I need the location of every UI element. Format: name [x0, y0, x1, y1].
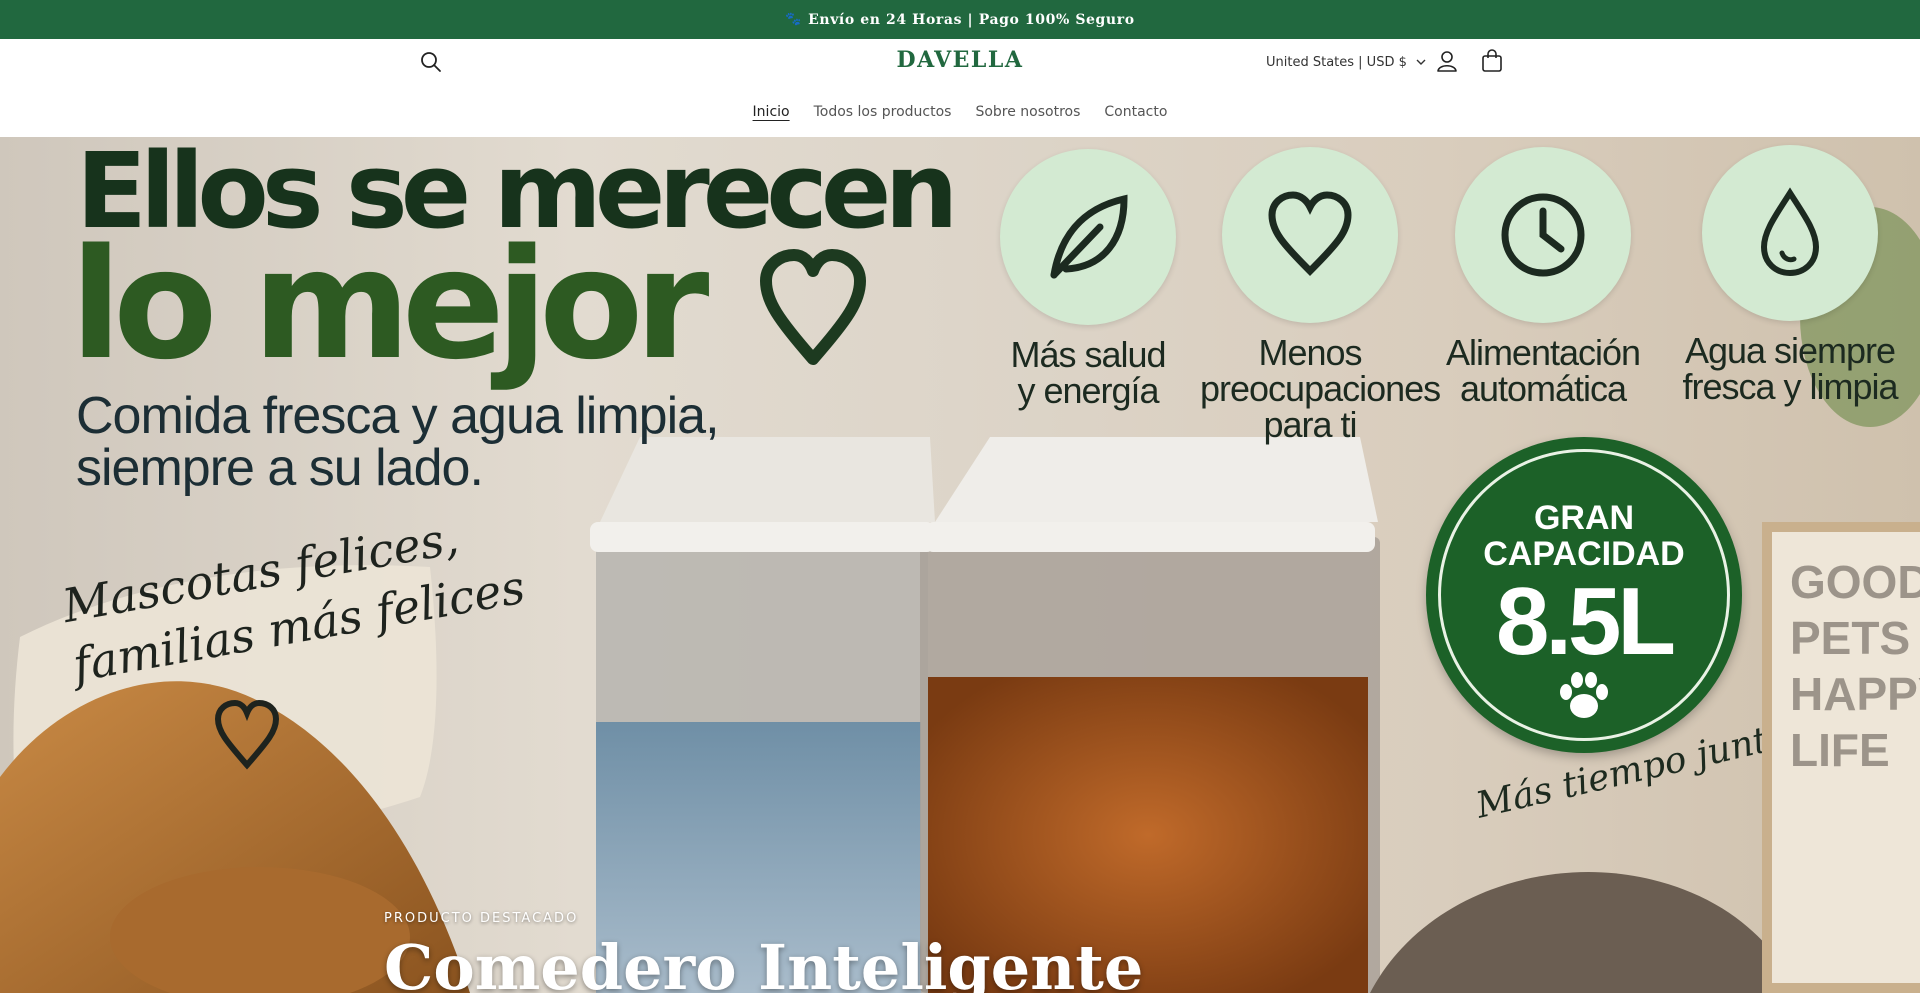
- feature-label-line-2: fresca y limpia: [1682, 366, 1898, 407]
- account-button[interactable]: [1434, 48, 1460, 74]
- nav-link-contacto[interactable]: Contacto: [1104, 104, 1167, 120]
- hero-headline-line-2: lo mejor: [70, 229, 868, 381]
- feature-label-line-3: para ti: [1263, 404, 1357, 445]
- announcement-text: Envío en 24 Horas | Pago 100% Seguro: [808, 11, 1135, 28]
- site-header: DAVELLA United States | USD $ Inicio Tod…: [0, 39, 1920, 137]
- hero-eyebrow: PRODUCTO DESTACADO: [384, 911, 579, 926]
- small-heart-icon: [214, 699, 280, 770]
- chevron-down-icon: [1416, 59, 1426, 65]
- feature-circle: [1222, 147, 1398, 323]
- user-icon: [1437, 51, 1457, 72]
- nav-link-sobre-nosotros[interactable]: Sobre nosotros: [975, 104, 1080, 120]
- drop-icon: [1760, 187, 1820, 277]
- feature-label-line-2: y energía: [1017, 370, 1159, 411]
- badge-line-2: CAPACIDAD: [1483, 535, 1685, 573]
- announcement-bar: 🐾 Envío en 24 Horas | Pago 100% Seguro: [0, 0, 1920, 39]
- search-button[interactable]: [418, 49, 444, 75]
- nav-link-inicio[interactable]: Inicio: [753, 104, 790, 120]
- main-navigation: Inicio Todos los productos Sobre nosotro…: [0, 104, 1920, 120]
- hero-product-title: Comedero Inteligente: [384, 931, 1144, 993]
- feature-label: Alimentación automática: [1438, 335, 1648, 407]
- feature-peace-of-mind: Menos preocupaciones para ti: [1200, 147, 1441, 445]
- logo-link[interactable]: DAVELLA: [897, 47, 1024, 73]
- clock-icon: [1501, 193, 1585, 277]
- feature-label-line-2: automática: [1459, 368, 1627, 409]
- feature-automatic-feeding: Alimentación automática: [1438, 147, 1648, 407]
- leaf-icon: [1050, 194, 1128, 279]
- badge-line-1: GRAN: [1533, 499, 1635, 537]
- heart-icon: [1268, 191, 1352, 276]
- heart-outline-icon: [760, 249, 867, 365]
- hero-subheadline-line-1: Comida fresca y agua limpia,: [76, 387, 720, 445]
- locale-label: United States | USD $: [1266, 54, 1407, 70]
- country-currency-selector[interactable]: United States | USD $: [1266, 49, 1426, 75]
- hero-subheadline-line-2: siempre a su lado.: [76, 439, 484, 497]
- feature-circle: [1702, 145, 1878, 321]
- capacity-badge-inner: GRAN CAPACIDAD 8.5L: [1438, 449, 1730, 741]
- hero-subheadline: Comida fresca y agua limpia, siempre a s…: [76, 387, 720, 497]
- hero-headline-text: lo mejor: [70, 216, 709, 393]
- cart-button[interactable]: [1479, 48, 1505, 74]
- feature-circle: [1000, 149, 1176, 325]
- feature-health: Más salud y energía: [988, 149, 1188, 409]
- nav-link-todos-los-productos[interactable]: Todos los productos: [814, 104, 952, 120]
- feature-label-line-2: preocupaciones: [1200, 368, 1441, 409]
- cart-icon: [1482, 49, 1502, 72]
- feature-fresh-water: Agua siempre fresca y limpia: [1680, 145, 1900, 405]
- feature-label-line-1: Más salud: [1010, 334, 1166, 375]
- feature-label-line-1: Agua siempre: [1684, 330, 1896, 371]
- badge-volume: 8.5L: [1495, 568, 1676, 675]
- capacity-badge: GRAN CAPACIDAD 8.5L: [1426, 437, 1742, 753]
- hero-banner[interactable]: Ellos se merecen lo mejor Comida fresca …: [0, 137, 1920, 993]
- feature-circle: [1455, 147, 1631, 323]
- wall-sign-text: GOOD PETS HAPPY LIFE: [1790, 556, 1920, 776]
- feature-label: Agua siempre fresca y limpia: [1680, 333, 1900, 405]
- wall-sign: GOOD PETS HAPPY LIFE: [1762, 522, 1920, 993]
- paw-icon: [1560, 672, 1608, 718]
- paw-icon: 🐾: [785, 12, 803, 27]
- search-icon: [421, 52, 441, 72]
- feature-label-line-1: Menos: [1258, 332, 1362, 373]
- feature-label-line-1: Alimentación: [1445, 332, 1641, 373]
- feature-label: Menos preocupaciones para ti: [1200, 332, 1441, 445]
- site-logo: DAVELLA: [0, 47, 1920, 73]
- feature-label: Más salud y energía: [988, 337, 1188, 409]
